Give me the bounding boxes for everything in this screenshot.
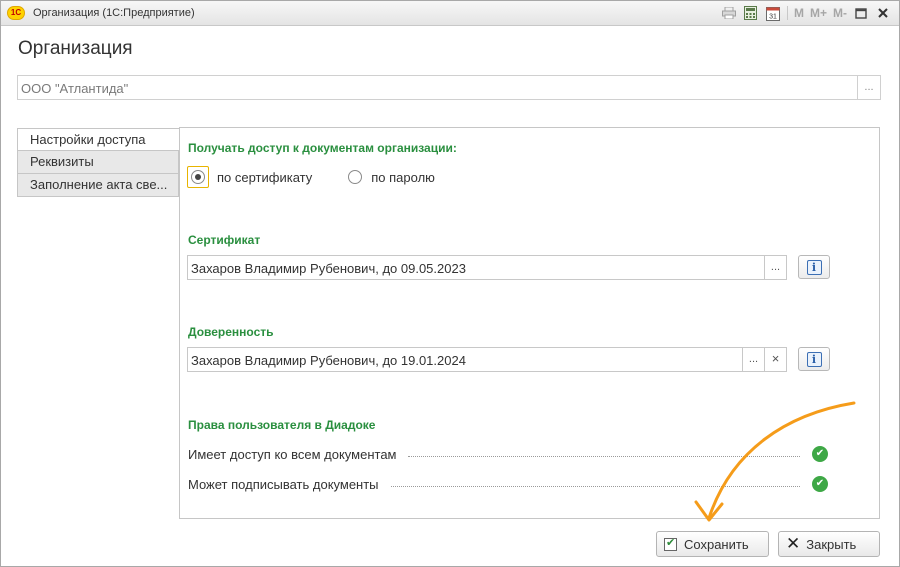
title-bar: 1С Организация (1С:Предприятие) 31 M M+ … bbox=[1, 1, 899, 26]
access-heading: Получать доступ к документам организации… bbox=[188, 141, 457, 155]
info-icon: i bbox=[806, 351, 822, 367]
certificate-heading: Сертификат bbox=[188, 233, 261, 247]
power-of-attorney-field[interactable]: Захаров Владимир Рубенович, до 19.01.202… bbox=[187, 347, 787, 372]
tab-access-settings[interactable]: Настройки доступа bbox=[17, 128, 179, 151]
memory-button[interactable]: M bbox=[794, 6, 804, 20]
certificate-info-button[interactable]: i bbox=[798, 255, 830, 279]
right-label: Может подписывать документы bbox=[188, 476, 379, 492]
power-of-attorney-value: Захаров Владимир Рубенович, до 19.01.202… bbox=[191, 353, 466, 368]
maximize-icon[interactable] bbox=[853, 5, 869, 21]
window-title: Организация (1С:Предприятие) bbox=[33, 7, 195, 19]
right-label: Имеет доступ ко всем документам bbox=[188, 446, 397, 462]
toolbar-divider bbox=[786, 6, 788, 20]
title-bar-toolbar: 31 M M+ M- bbox=[721, 4, 891, 22]
certificate-select-button[interactable]: ... bbox=[764, 256, 786, 279]
close-button-label: Закрыть bbox=[806, 536, 857, 552]
rights-heading: Права пользователя в Диадоке bbox=[188, 418, 376, 432]
close-window-icon[interactable] bbox=[875, 5, 891, 21]
tabs-panel: Настройки доступа Реквизиты Заполнение а… bbox=[17, 128, 179, 197]
power-of-attorney-select-button[interactable]: ... bbox=[742, 348, 764, 371]
print-icon[interactable] bbox=[721, 5, 737, 21]
calendar-day-label: 31 bbox=[769, 13, 777, 20]
access-mode-radio-group: по сертификату по паролю bbox=[187, 166, 471, 188]
radio-certificate-label[interactable]: по сертификату bbox=[217, 170, 312, 185]
save-check-icon bbox=[664, 536, 677, 551]
power-of-attorney-info-button[interactable]: i bbox=[798, 347, 830, 371]
organization-value: ООО "Атлантида" bbox=[21, 81, 129, 96]
info-icon: i bbox=[806, 259, 822, 275]
certificate-value: Захаров Владимир Рубенович, до 09.05.202… bbox=[191, 261, 466, 276]
save-button-label: Сохранить bbox=[684, 536, 749, 552]
calculator-icon[interactable] bbox=[743, 5, 759, 21]
close-icon: ✕ bbox=[786, 534, 801, 553]
calendar-icon[interactable]: 31 bbox=[765, 5, 781, 21]
power-of-attorney-clear-button[interactable]: × bbox=[764, 348, 786, 371]
1c-logo-icon: 1С bbox=[7, 6, 25, 20]
radio-focus-frame[interactable] bbox=[187, 166, 209, 188]
radio-certificate[interactable] bbox=[191, 170, 205, 184]
radio-password-label[interactable]: по паролю bbox=[371, 170, 435, 185]
certificate-field[interactable]: Захаров Владимир Рубенович, до 09.05.202… bbox=[187, 255, 787, 280]
tab-fill-act[interactable]: Заполнение акта све... bbox=[17, 174, 179, 197]
memory-plus-button[interactable]: M+ bbox=[810, 6, 827, 20]
memory-minus-button[interactable]: M- bbox=[833, 6, 847, 20]
power-of-attorney-heading: Доверенность bbox=[188, 325, 274, 339]
organization-window: 1С Организация (1С:Предприятие) 31 M M+ … bbox=[0, 0, 900, 567]
organization-field[interactable]: ООО "Атлантида" ... bbox=[17, 75, 881, 100]
organization-select-button[interactable]: ... bbox=[857, 76, 880, 99]
tab-requisites[interactable]: Реквизиты bbox=[17, 151, 179, 174]
form-title: Организация bbox=[18, 38, 133, 59]
annotation-arrow-icon bbox=[694, 401, 856, 522]
radio-password[interactable] bbox=[348, 170, 363, 184]
